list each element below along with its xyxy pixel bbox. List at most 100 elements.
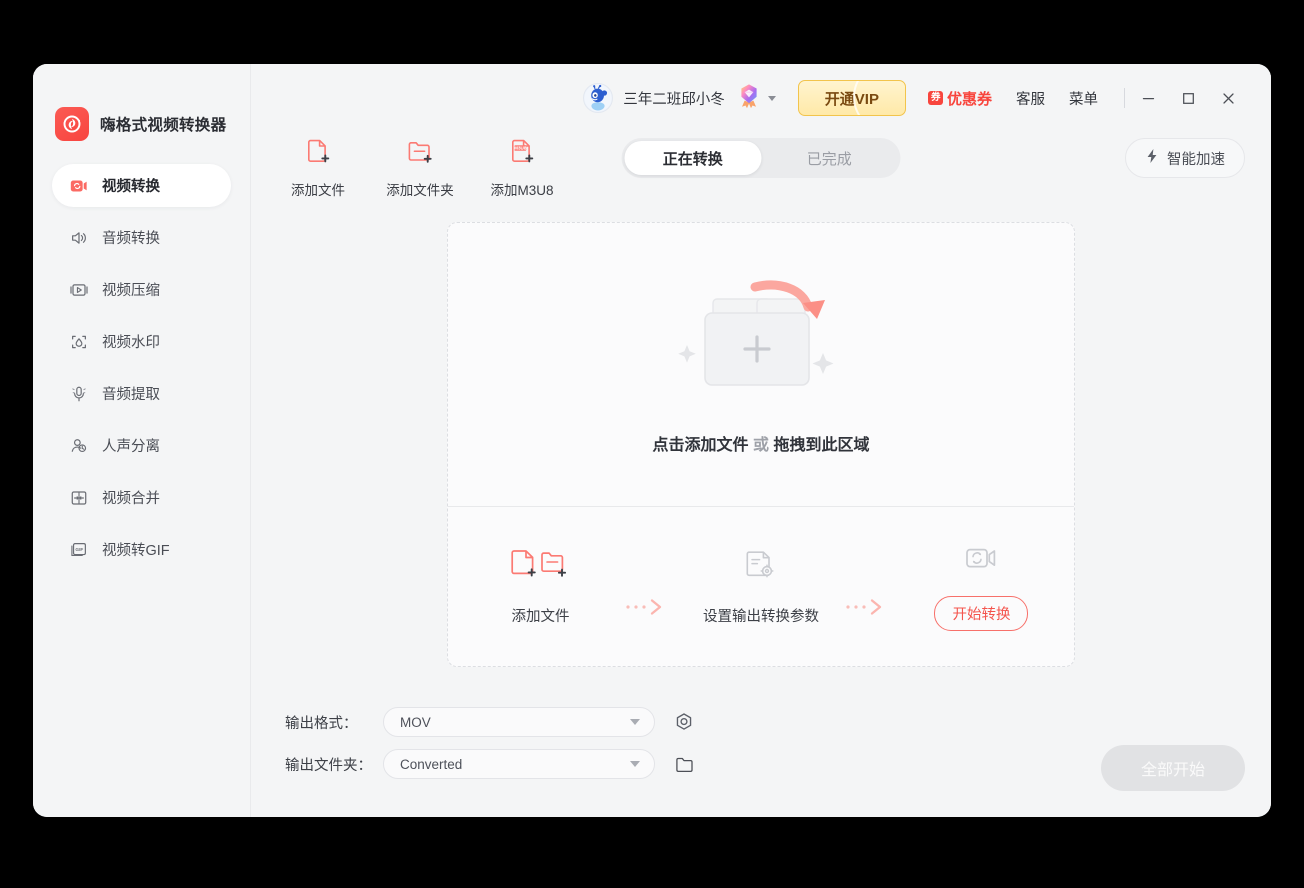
open-folder-icon[interactable] <box>673 753 695 775</box>
sidebar-item-video-merge[interactable]: 视频合并 <box>52 476 231 519</box>
sidebar-item-label: 视频压缩 <box>102 279 160 300</box>
add-file-icon <box>303 137 333 172</box>
output-format-value: MOV <box>400 715 431 730</box>
output-folder-value: Converted <box>400 757 462 772</box>
add-m3u8-button[interactable]: M3U8 添加M3U8 <box>489 137 555 199</box>
convert-video-icon <box>964 543 998 578</box>
toolbar-action-label: 添加文件夹 <box>386 179 454 199</box>
titlebar: 三年二班邱小冬 <box>251 64 1271 132</box>
dropzone-panel[interactable]: 点击添加文件 或 拖拽到此区域 <box>447 222 1075 667</box>
sidebar-item-label: 视频水印 <box>102 331 160 352</box>
folder-plus-icon <box>671 275 851 405</box>
output-format-label: 输出格式： <box>285 712 383 733</box>
status-tabs: 正在转换 已完成 <box>622 138 901 178</box>
main-area: 三年二班邱小冬 <box>251 64 1271 817</box>
dropzone-hint-main: 点击添加文件 <box>653 437 749 454</box>
maximize-icon[interactable] <box>1171 83 1205 113</box>
audio-extract-icon <box>69 384 89 404</box>
step-start-convert[interactable]: 开始转换 <box>909 543 1054 631</box>
sidebar-item-label: 视频转换 <box>102 175 160 196</box>
toolbar: 添加文件 添加文件夹 <box>251 132 1271 204</box>
dropdown-caret-icon[interactable] <box>630 761 640 767</box>
output-folder-select[interactable]: Converted <box>383 749 655 779</box>
video-merge-icon <box>69 488 89 508</box>
start-all-button[interactable]: 全部开始 <box>1101 745 1245 791</box>
dropzone-hint-or: 或 <box>753 437 769 454</box>
sidebar-nav: 视频转换 音频转换 <box>33 164 250 571</box>
svg-text:GIF: GIF <box>75 547 83 553</box>
minimize-icon[interactable] <box>1131 83 1165 113</box>
toolbar-actions: 添加文件 添加文件夹 <box>285 132 555 199</box>
member-gem-button[interactable] <box>735 82 776 115</box>
user-area[interactable]: 三年二班邱小冬 <box>583 83 725 113</box>
dropzone-hint-drag: 拖拽到此区域 <box>773 437 869 454</box>
sidebar: 嗨格式视频转换器 视频转换 <box>33 64 251 817</box>
dropzone-top[interactable]: 点击添加文件 或 拖拽到此区域 <box>448 223 1074 506</box>
app-logo-icon <box>55 107 89 141</box>
voice-separate-icon <box>69 436 89 456</box>
toolbar-action-label: 添加M3U8 <box>490 179 553 199</box>
member-gem-icon <box>735 82 763 115</box>
video-watermark-icon <box>69 332 89 352</box>
step-label: 设置输出转换参数 <box>703 605 819 626</box>
add-file-button[interactable]: 添加文件 <box>285 137 351 199</box>
dropzone-wrap: 点击添加文件 或 拖拽到此区域 <box>251 204 1271 695</box>
sidebar-item-video-convert[interactable]: 视频转换 <box>52 164 231 207</box>
output-format-row: 输出格式： MOV <box>285 707 1245 737</box>
video-compress-icon <box>69 280 89 300</box>
sidebar-item-label: 视频转GIF <box>102 539 170 560</box>
sidebar-item-label: 音频提取 <box>102 383 160 404</box>
dropzone-hint: 点击添加文件 或 拖拽到此区域 <box>653 431 870 455</box>
smart-accelerate-button[interactable]: 智能加速 <box>1125 138 1245 178</box>
sidebar-item-label: 视频合并 <box>102 487 160 508</box>
coupon-button[interactable]: 券 优惠券 <box>928 88 992 109</box>
video-convert-icon <box>69 176 89 196</box>
start-convert-pill-button[interactable]: 开始转换 <box>934 596 1028 631</box>
dropdown-caret-icon[interactable] <box>630 719 640 725</box>
dotted-arrow-icon <box>834 558 909 616</box>
sidebar-item-video-watermark[interactable]: 视频水印 <box>52 320 231 363</box>
add-folder-button[interactable]: 添加文件夹 <box>387 137 453 199</box>
svg-text:M3U8: M3U8 <box>514 146 527 151</box>
sidebar-item-label: 人声分离 <box>102 435 160 456</box>
output-format-select[interactable]: MOV <box>383 707 655 737</box>
sidebar-item-label: 音频转换 <box>102 227 160 248</box>
coupon-tag-icon: 券 <box>928 91 943 105</box>
bottom-bar: 输出格式： MOV 输出文件夹： Converted <box>251 695 1271 817</box>
close-icon[interactable] <box>1211 83 1245 113</box>
support-link[interactable]: 客服 <box>1016 88 1045 109</box>
brand-name: 嗨格式视频转换器 <box>100 113 226 135</box>
sidebar-item-audio-extract[interactable]: 音频提取 <box>52 372 231 415</box>
steps-row: 添加文件 <box>448 506 1074 666</box>
add-file-folder-icon <box>509 548 573 587</box>
sidebar-item-video-to-gif[interactable]: GIF 视频转GIF <box>52 528 231 571</box>
user-avatar-icon[interactable] <box>583 83 613 113</box>
app-window: 嗨格式视频转换器 视频转换 <box>33 64 1271 817</box>
audio-convert-icon <box>69 228 89 248</box>
tab-converting[interactable]: 正在转换 <box>625 141 762 175</box>
output-folder-label: 输出文件夹： <box>285 754 383 775</box>
sidebar-item-audio-convert[interactable]: 音频转换 <box>52 216 231 259</box>
step-label: 添加文件 <box>512 605 570 626</box>
dotted-arrow-icon <box>613 558 688 616</box>
chevron-down-icon[interactable] <box>768 96 776 101</box>
sidebar-item-video-compress[interactable]: 视频压缩 <box>52 268 231 311</box>
username: 三年二班邱小冬 <box>623 88 725 109</box>
smart-accelerate-label: 智能加速 <box>1167 148 1225 169</box>
add-folder-icon <box>405 137 435 172</box>
coupon-label: 优惠券 <box>947 88 992 109</box>
add-m3u8-icon: M3U8 <box>507 137 537 172</box>
toolbar-action-label: 添加文件 <box>291 179 345 199</box>
settings-doc-icon <box>744 548 778 587</box>
vip-label: 开通VIP <box>825 88 879 109</box>
step-add-file[interactable]: 添加文件 <box>468 548 613 626</box>
menu-link[interactable]: 菜单 <box>1069 88 1098 109</box>
titlebar-divider <box>1124 88 1125 108</box>
gear-hex-icon[interactable] <box>673 711 695 733</box>
video-to-gif-icon: GIF <box>69 540 89 560</box>
brand: 嗨格式视频转换器 <box>33 64 250 152</box>
tab-completed[interactable]: 已完成 <box>761 141 898 175</box>
step-settings[interactable]: 设置输出转换参数 <box>688 548 833 626</box>
open-vip-button[interactable]: 开通VIP <box>798 80 906 116</box>
sidebar-item-voice-separate[interactable]: 人声分离 <box>52 424 231 467</box>
